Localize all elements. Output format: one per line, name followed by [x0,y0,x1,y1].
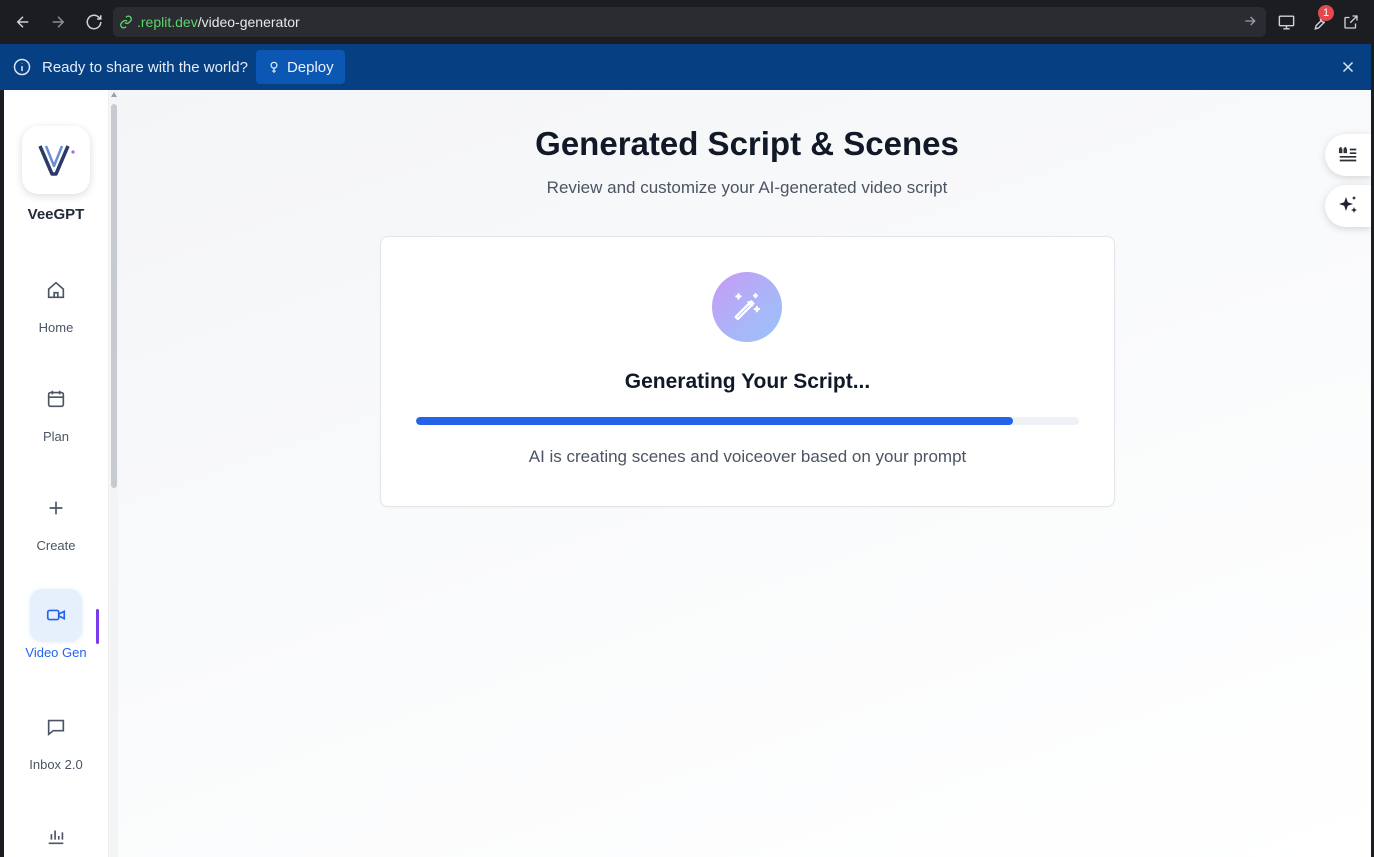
tools-button[interactable]: 1 [1305,5,1334,35]
reload-icon [86,14,102,30]
brand-name: VeeGPT [27,206,85,223]
external-link-icon [1344,15,1358,29]
quote-list-icon [1338,146,1357,162]
main-content: Generated Script & Scenes Review and cus… [118,90,1371,857]
home-icon [30,264,82,316]
generating-title: Generating Your Script... [624,370,871,393]
veegpt-logo-icon [38,145,75,176]
back-button[interactable] [10,9,36,35]
generating-card: Generating Your Script... AI is creating… [380,236,1115,507]
info-icon [13,58,31,76]
sidebar-item-label: Inbox 2.0 [29,757,83,772]
magic-wand-icon [734,293,761,321]
active-indicator [96,609,99,644]
page-title: Generated Script & Scenes [535,125,959,162]
devices-button[interactable] [1273,9,1299,35]
sidebar-item-inbox[interactable]: Inbox 2.0 [4,701,108,772]
sidebar-item-label: Create [36,538,76,553]
url-host: .replit.dev [137,14,198,30]
progress-fill [416,417,1013,425]
sparkle-icon [1339,196,1357,213]
app-logo[interactable] [22,126,90,194]
banner-message: Ready to share with the world? [42,58,248,76]
sidebar-item-label: Home [38,320,74,335]
video-icon [30,589,82,641]
sidebar-item-create[interactable]: Create [4,482,108,553]
deploy-icon [270,61,278,73]
deploy-label: Deploy [286,58,334,76]
progress-bar [416,417,1079,425]
close-icon[interactable] [1339,58,1357,76]
scroll-up-arrow[interactable] [111,92,117,97]
scroll-thumb[interactable] [111,104,117,488]
sidebar-item-plan[interactable]: Plan [4,373,108,444]
browser-toolbar: .replit.dev/video-generator 1 [0,0,1374,44]
app-frame: VeeGPT Home Plan Create Video Gen Inbox … [4,90,1371,857]
monitor-icon [1278,14,1294,30]
arrow-left-icon [16,16,29,28]
url-text: .replit.dev/video-generator [137,14,300,30]
magic-wand-badge [712,272,782,342]
reload-button[interactable] [81,9,107,35]
sidebar-scrollbar[interactable] [110,90,118,857]
sidebar-item-label: Video Gen [25,645,87,660]
sidebar-item-home[interactable]: Home [4,264,108,335]
url-path: /video-generator [197,14,300,30]
bar-chart-icon [30,810,82,857]
ai-sparkle-button[interactable] [1325,185,1371,227]
message-icon [30,701,82,753]
sidebar-item-analytics[interactable] [4,810,108,857]
link-icon [120,15,132,29]
calendar-icon [30,373,82,425]
sidebar-item-video-gen[interactable]: Video Gen [4,589,108,660]
forward-button[interactable] [45,9,71,35]
go-arrow-icon[interactable] [1242,13,1258,29]
generating-description: AI is creating scenes and voiceover base… [528,447,967,466]
deploy-button[interactable]: Deploy [255,50,345,84]
arrow-right-icon [52,16,65,28]
quote-list-button[interactable] [1325,134,1371,176]
deploy-banner: Ready to share with the world? Deploy [0,44,1371,90]
notification-badge: 1 [1318,5,1334,21]
sidebar-item-label: Plan [42,429,70,444]
sidebar: VeeGPT Home Plan Create Video Gen Inbox … [4,90,109,857]
open-external-button[interactable] [1338,9,1364,35]
plus-icon [30,482,82,534]
page-subtitle: Review and customize your AI-generated v… [546,178,948,197]
address-bar[interactable]: .replit.dev/video-generator [113,7,1266,37]
